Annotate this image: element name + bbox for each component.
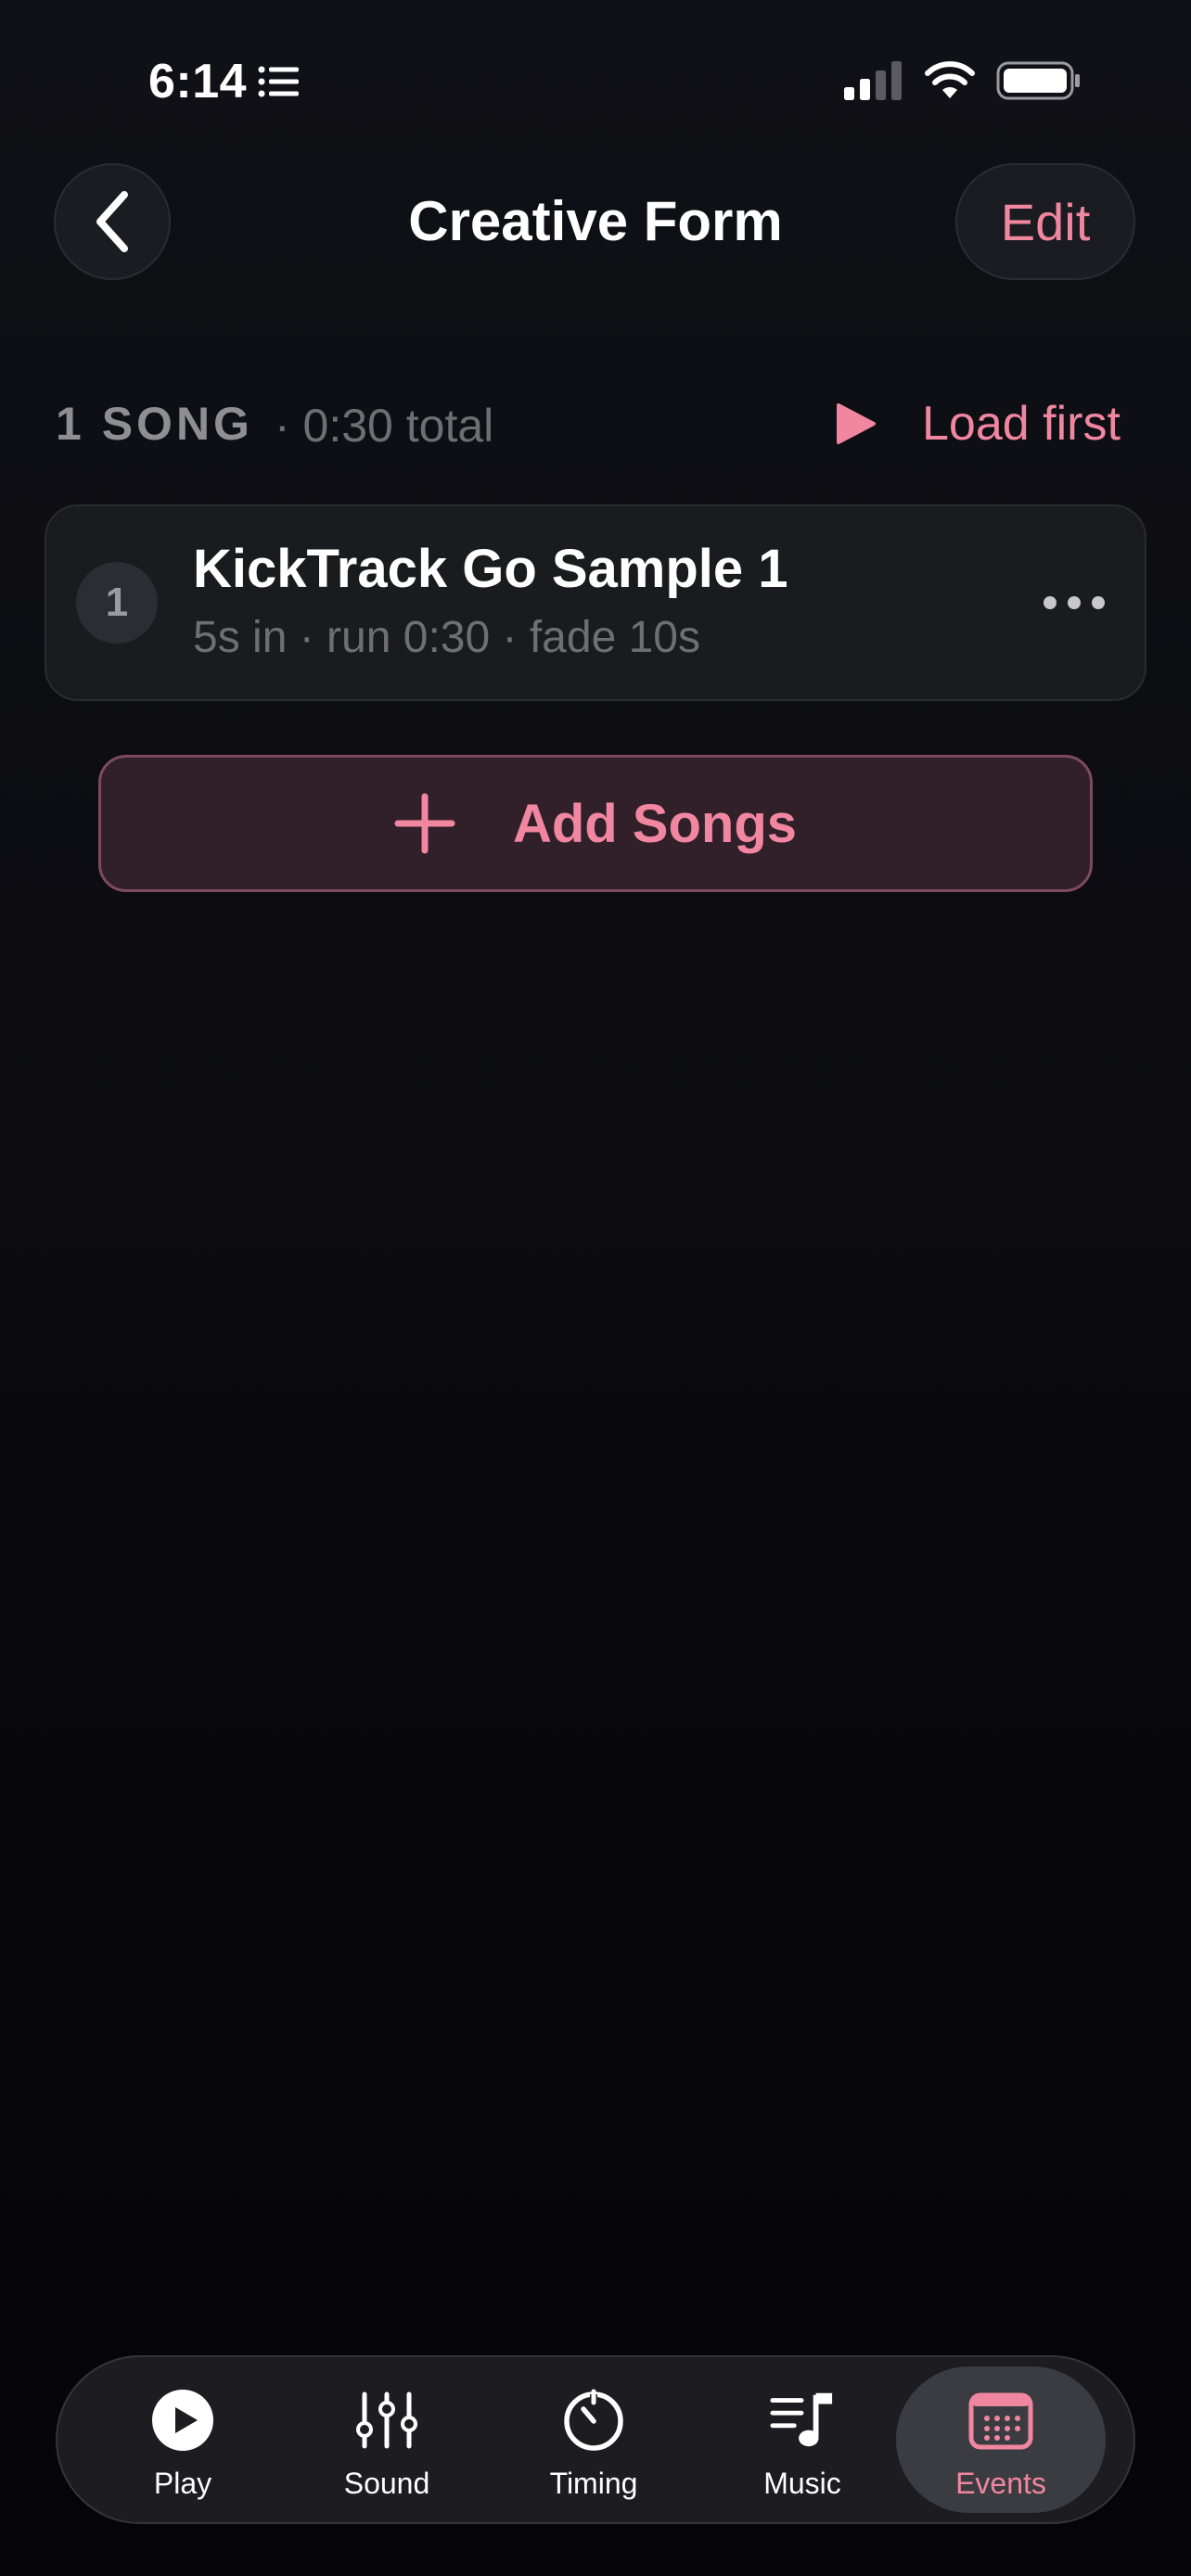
add-songs-button[interactable]: Add Songs [98,755,1093,892]
song-row[interactable] [45,504,1146,701]
timer-icon [560,2387,627,2454]
tab-sound[interactable]: Sound [282,2366,492,2513]
cellular-signal-icon [844,61,902,100]
total-duration: · 0:30 total [275,400,494,452]
list-indicator-icon [258,66,299,97]
tab-label: Events [955,2467,1046,2500]
tab-timing[interactable]: Timing [489,2366,698,2513]
load-first-button[interactable]: Load first [835,391,1121,456]
song-title: KickTrack Go Sample 1 [193,539,788,599]
load-first-label: Load first [922,397,1121,451]
song-meta: 5s in · run 0:30 · fade 10s [193,613,700,662]
play-icon [837,403,876,444]
edit-button[interactable]: Edit [955,163,1135,280]
tab-events[interactable]: Events [896,2366,1106,2513]
track-number: 1 [76,562,158,644]
calendar-icon [967,2387,1034,2454]
add-songs-label: Add Songs [512,793,798,854]
plus-icon [394,793,455,854]
wifi-icon [925,61,975,98]
music-list-icon [769,2387,836,2454]
tab-label: Music [763,2467,841,2500]
status-time: 6:14 [148,55,248,108]
tab-play[interactable]: Play [78,2366,288,2513]
tab-label: Timing [549,2467,638,2500]
tab-music[interactable]: Music [698,2366,907,2513]
play-circle-icon [149,2387,216,2454]
song-count: 1 SONG [56,398,253,450]
battery-icon [996,61,1080,100]
more-options-icon[interactable] [1037,584,1111,621]
sliders-icon [353,2387,420,2454]
tab-label: Play [153,2467,212,2500]
tab-label: Sound [343,2467,430,2500]
